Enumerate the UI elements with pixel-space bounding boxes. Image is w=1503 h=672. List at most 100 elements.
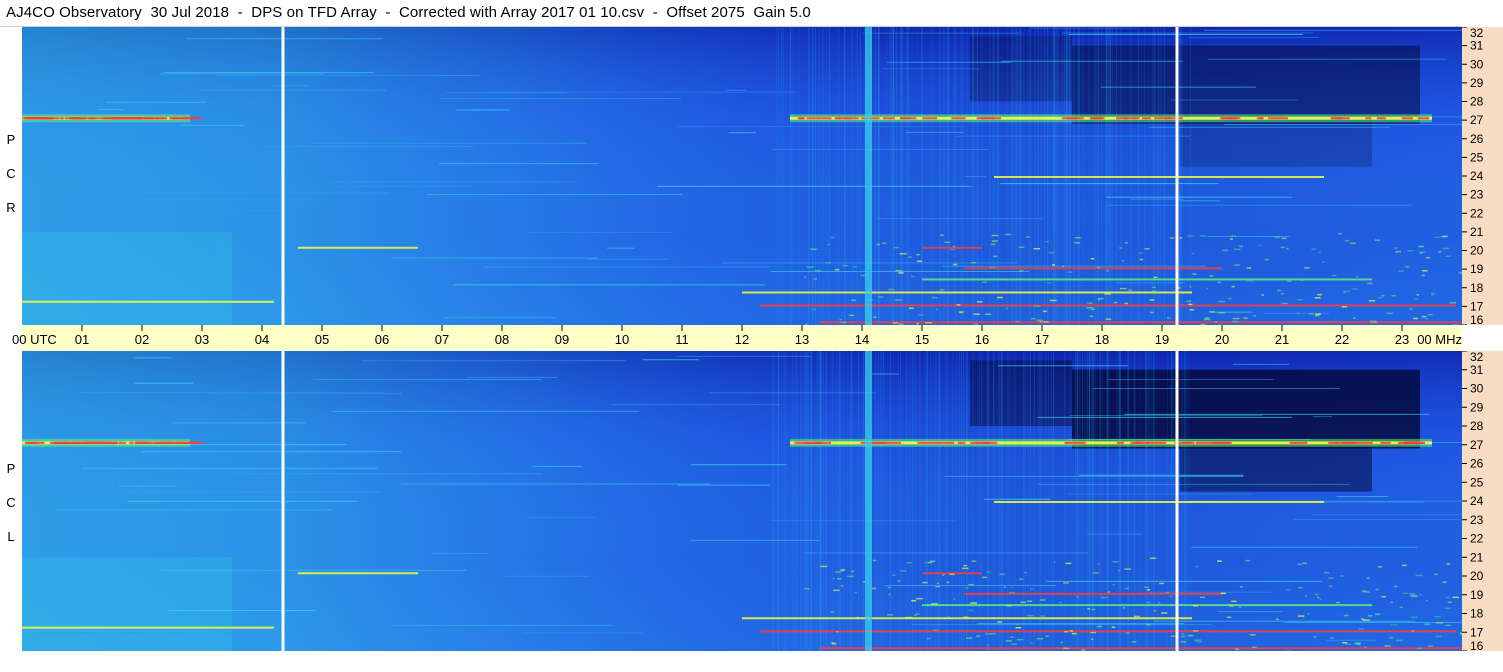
vertical-streak — [783, 351, 785, 651]
vertical-streak — [811, 351, 813, 651]
vertical-streak — [906, 351, 908, 651]
signal-speckle — [1405, 266, 1410, 268]
signal-speckle — [1418, 245, 1424, 248]
signal-speckle — [1075, 236, 1081, 239]
signal-speckle — [1036, 637, 1044, 640]
noise-line — [526, 231, 672, 233]
signal-speckle — [1351, 288, 1358, 290]
noise-line — [36, 631, 268, 633]
signal-speckle — [986, 644, 989, 647]
signal-speckle — [887, 614, 894, 616]
noise-line — [877, 218, 1043, 220]
vertical-streak — [857, 351, 859, 651]
frequency-tick-label: 23 — [1470, 188, 1484, 202]
noise-line — [522, 632, 643, 634]
noise-line — [1106, 196, 1293, 198]
vertical-streak — [880, 351, 882, 651]
frequency-scale-header — [1462, 0, 1503, 26]
noise-line — [168, 610, 316, 612]
time-tick-label: 01 — [75, 332, 89, 347]
vertical-streak — [856, 27, 858, 325]
signal-speckle — [1133, 615, 1140, 618]
vertical-streak — [906, 27, 908, 325]
signal-speckle — [982, 576, 987, 579]
interference-hot-spot — [118, 441, 126, 444]
vertical-streak — [890, 351, 892, 651]
signal-speckle — [1369, 320, 1377, 322]
signal-speckle — [1204, 317, 1210, 319]
signal-speckle — [1044, 240, 1050, 243]
frequency-tick-label: 30 — [1470, 382, 1484, 396]
frequency-tick-label: 18 — [1470, 281, 1484, 295]
noise-line — [97, 109, 124, 111]
noise-line — [123, 491, 382, 493]
signal-speckle — [993, 255, 998, 258]
signal-speckle — [1003, 586, 1006, 589]
noise-line — [199, 185, 470, 187]
signal-speckle — [1281, 237, 1287, 240]
noise-line — [911, 624, 1213, 626]
interference-hot-spot — [178, 441, 184, 444]
signal-line — [994, 176, 1324, 178]
signal-speckle — [922, 581, 928, 584]
signal-speckle — [1343, 290, 1350, 293]
signal-speckle — [1396, 639, 1403, 642]
signal-speckle — [1252, 646, 1257, 649]
signal-speckle — [1169, 595, 1173, 598]
time-tick-label: 20 — [1215, 332, 1229, 347]
noise-line — [1000, 60, 1183, 62]
signal-speckle — [997, 621, 1003, 623]
signal-speckle — [1217, 281, 1222, 284]
noise-line — [772, 149, 989, 151]
vertical-streak — [877, 27, 879, 325]
interference-hot-spot — [976, 117, 995, 120]
signal-speckle — [1435, 635, 1443, 638]
interference-hot-spot — [813, 441, 823, 444]
interference-hot-spot — [1405, 441, 1412, 444]
signal-speckle — [1367, 282, 1373, 285]
frequency-tick-label: 25 — [1470, 150, 1484, 164]
signal-speckle — [956, 304, 961, 306]
signal-speckle — [1330, 637, 1334, 639]
noise-line — [1116, 282, 1186, 284]
signal-speckle — [1158, 602, 1161, 604]
signal-speckle — [1345, 643, 1352, 645]
frequency-tick-label: 24 — [1470, 169, 1484, 183]
signal-speckle — [849, 314, 855, 317]
signal-speckle — [1331, 274, 1337, 277]
noise-line — [944, 475, 1244, 477]
signal-speckle — [1124, 302, 1129, 305]
noise-line — [1037, 416, 1293, 418]
signal-speckle — [900, 570, 907, 572]
signal-speckle — [1161, 612, 1168, 614]
signal-speckle — [1052, 264, 1056, 266]
vertical-streak — [822, 351, 824, 651]
signal-speckle — [1317, 293, 1322, 296]
signal-speckle — [1399, 606, 1404, 609]
lcp-letter-c: C — [6, 495, 16, 510]
noise-line — [233, 473, 542, 475]
frequency-tick-label: 16 — [1470, 313, 1484, 325]
utc-time-axis: 00 UTC 01 02 03 04 05 06 07 08 09 10 11 12 13 14 15 16 17… — [0, 325, 1462, 351]
signal-speckle — [1068, 271, 1073, 273]
noise-line — [1294, 519, 1462, 521]
noise-line — [1336, 496, 1389, 498]
signal-speckle — [1431, 293, 1434, 296]
time-axis-background — [0, 325, 1462, 351]
signal-speckle — [835, 571, 841, 573]
noise-line — [1038, 483, 1350, 485]
noise-line — [456, 109, 510, 111]
signal-speckle — [1144, 248, 1150, 250]
vertical-streak — [816, 351, 818, 651]
noise-line — [1312, 416, 1332, 418]
signal-speckle — [1049, 299, 1057, 302]
signal-speckle — [1053, 561, 1056, 563]
noise-line — [656, 185, 972, 187]
signal-speckle — [1419, 252, 1423, 254]
noise-line — [1068, 33, 1303, 35]
signal-speckle — [851, 570, 855, 573]
signal-speckle — [1410, 595, 1418, 597]
data-gap-line — [281, 351, 285, 651]
frequency-tick-label: 21 — [1470, 550, 1484, 564]
signal-speckle — [918, 314, 924, 316]
